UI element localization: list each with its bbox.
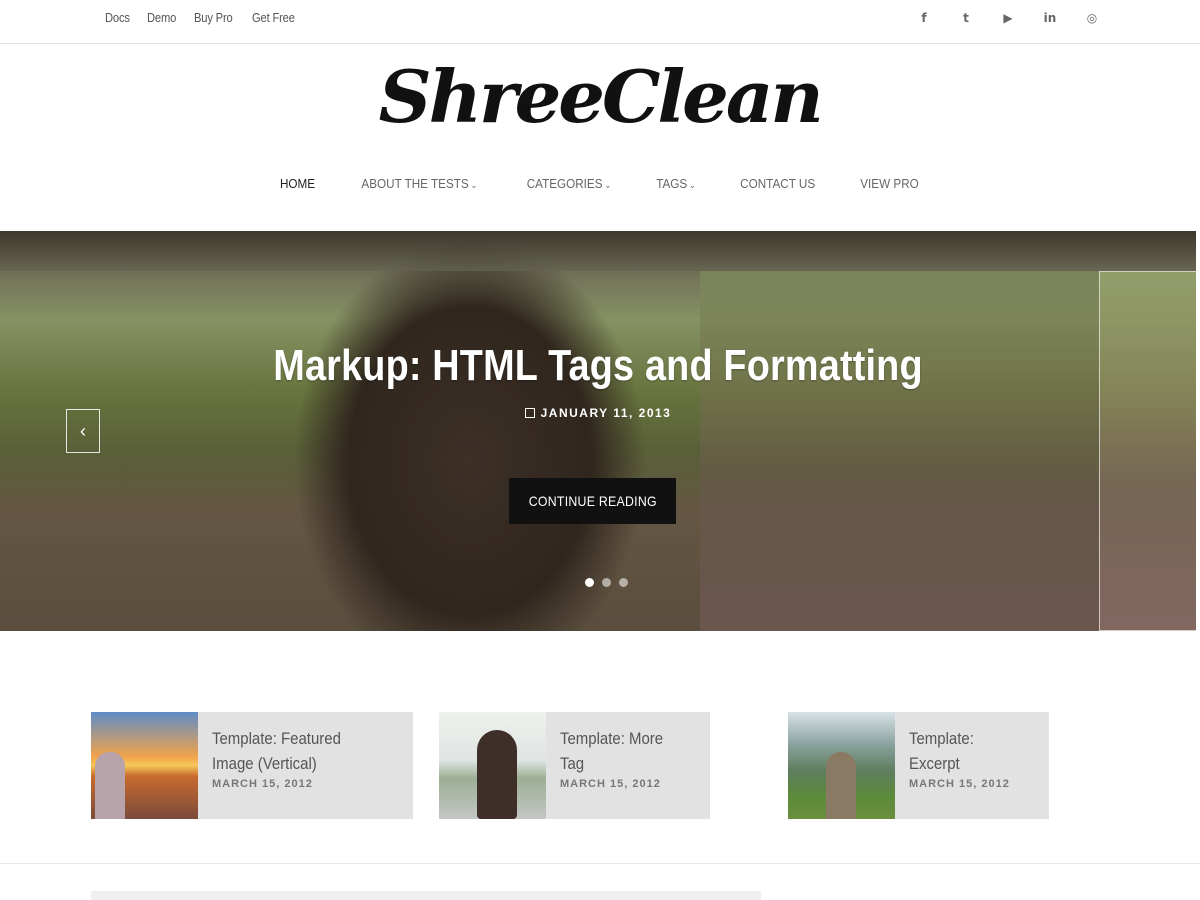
chevron-left-icon: ‹ [80, 420, 86, 441]
slider-prev-button[interactable]: ‹ [66, 409, 100, 453]
top-link-get-free[interactable]: Get Free [252, 10, 295, 25]
top-link-buy-pro[interactable]: Buy Pro [194, 10, 233, 25]
continue-reading-label: CONTINUE READING [528, 493, 657, 509]
section-divider [0, 863, 1200, 864]
linkedin-icon[interactable]: in [1042, 10, 1058, 26]
nav-item-about-the-tests[interactable]: ABOUT THE TESTS ⌄ [344, 176, 494, 191]
content-area-top [91, 891, 761, 900]
post-date: MARCH 15, 2012 [909, 778, 1010, 790]
nav-item-contact-us[interactable]: CONTACT US [723, 176, 832, 191]
slide-date: JANUARY 11, 2013 [0, 406, 1196, 420]
top-links: Docs Demo Buy Pro Get Free [105, 10, 314, 25]
nav-item-label: CONTACT US [739, 176, 815, 191]
top-link-demo[interactable]: Demo [147, 10, 176, 25]
continue-reading-button[interactable]: CONTINUE READING [509, 478, 676, 524]
slider-next-button[interactable]: › [1099, 271, 1196, 631]
slide-date-text: JANUARY 11, 2013 [540, 406, 672, 420]
top-bar: Docs Demo Buy Pro Get Free f t ▶ in ◎ [0, 0, 1200, 44]
slider-dot[interactable] [602, 578, 611, 587]
nav-item-label: ABOUT THE TESTS [361, 176, 469, 191]
featured-post-card[interactable]: Template: Featured Image (Vertical) MARC… [91, 712, 413, 819]
slider-pagination [585, 578, 628, 587]
site-logo-text[interactable]: ShreeClean [379, 52, 824, 142]
nav-item-home[interactable]: HOME [263, 176, 332, 191]
post-thumbnail[interactable] [439, 712, 546, 819]
post-thumbnail[interactable] [788, 712, 895, 819]
slider-dot[interactable] [619, 578, 628, 587]
post-date: MARCH 15, 2012 [560, 778, 661, 790]
post-thumbnail[interactable] [91, 712, 198, 819]
featured-post-card[interactable]: Template: More Tag MARCH 15, 2012 [439, 712, 710, 819]
facebook-icon[interactable]: f [916, 10, 932, 26]
post-title[interactable]: Template: More Tag [560, 726, 681, 776]
main-nav: HOME ABOUT THE TESTS ⌄ CATEGORIES ⌄ TAGS ⌄ CONT… [0, 176, 1200, 191]
top-link-docs[interactable]: Docs [105, 10, 130, 25]
nav-item-view-pro[interactable]: VIEW PRO [843, 176, 936, 191]
featured-post-card[interactable]: Template: Excerpt MARCH 15, 2012 [788, 712, 1049, 819]
nav-item-label: CATEGORIES [526, 176, 603, 191]
slider-dot[interactable] [585, 578, 594, 587]
social-links: f t ▶ in ◎ [916, 10, 1100, 26]
nav-item-categories[interactable]: CATEGORIES ⌄ [509, 176, 628, 191]
youtube-icon[interactable]: ▶ [1000, 10, 1016, 26]
twitter-icon[interactable]: t [958, 10, 974, 26]
chevron-down-icon: ⌄ [470, 180, 478, 190]
nav-item-label: HOME [279, 176, 316, 191]
post-title[interactable]: Template: Excerpt [909, 726, 1022, 776]
slide-title[interactable]: Markup: HTML Tags and Formatting [84, 341, 1113, 391]
calendar-icon [524, 408, 535, 418]
post-date: MARCH 15, 2012 [212, 778, 313, 790]
chevron-down-icon: ⌄ [688, 180, 696, 190]
instagram-icon[interactable]: ◎ [1084, 10, 1100, 26]
site-logo[interactable]: ShreeClean [0, 52, 1200, 142]
post-title[interactable]: Template: Featured Image (Vertical) [212, 726, 378, 776]
hero-overlay [0, 231, 1196, 631]
hero-slider: Markup: HTML Tags and Formatting JANUARY… [0, 231, 1196, 631]
nav-item-tags[interactable]: TAGS ⌄ [639, 176, 713, 191]
nav-item-label: TAGS [655, 176, 687, 191]
chevron-down-icon: ⌄ [604, 180, 611, 190]
nav-item-label: VIEW PRO [860, 176, 919, 191]
